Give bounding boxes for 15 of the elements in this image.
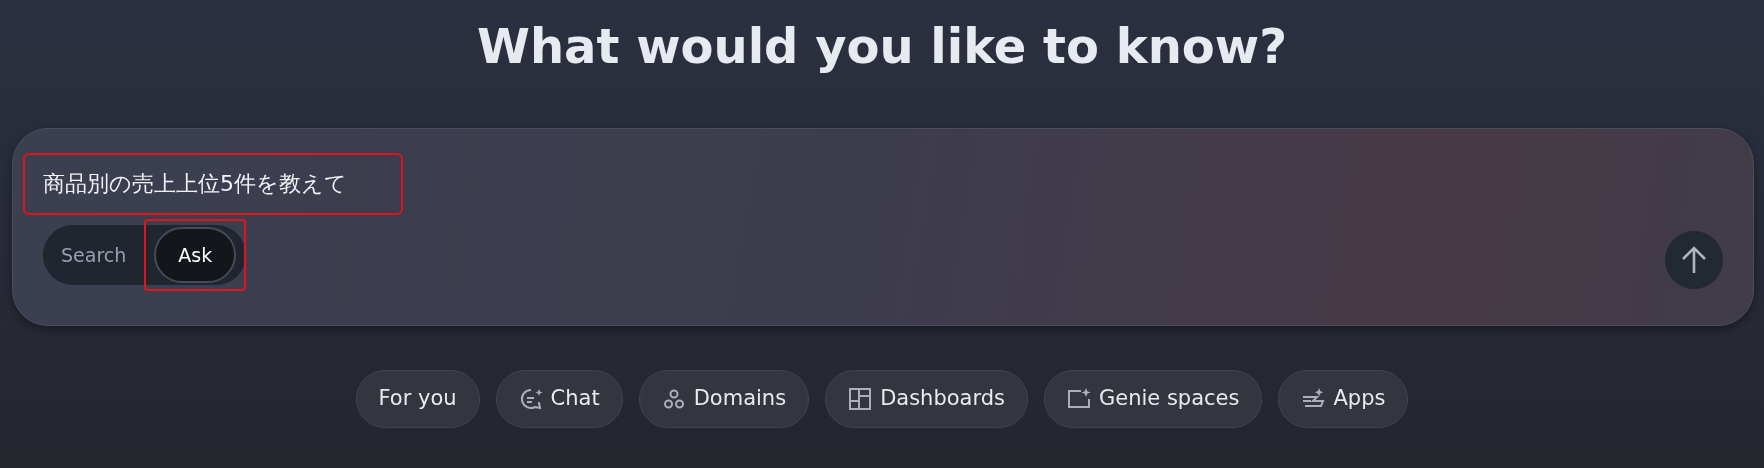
chat-bubble-icon <box>518 387 543 411</box>
page-heading: What would you like to know? <box>476 17 1288 76</box>
mode-tab[interactable]: Search <box>43 227 145 283</box>
category-chip[interactable]: Dashboards <box>825 370 1028 428</box>
category-chip[interactable]: Apps <box>1278 370 1409 428</box>
arrow-up-icon <box>1680 245 1708 275</box>
category-chip[interactable]: Genie spaces <box>1044 370 1263 428</box>
circles-icon <box>661 387 686 411</box>
sparkle-frame-icon <box>1067 387 1091 411</box>
category-chip[interactable]: Chat <box>495 370 623 428</box>
dashboard-icon <box>848 387 873 411</box>
mode-tab[interactable]: Ask <box>154 227 237 283</box>
category-chip[interactable]: Domains <box>638 370 810 428</box>
input-field[interactable]: 商品別の売上上位5件を教えて <box>23 153 403 215</box>
category-chip[interactable]: For you <box>355 370 480 428</box>
